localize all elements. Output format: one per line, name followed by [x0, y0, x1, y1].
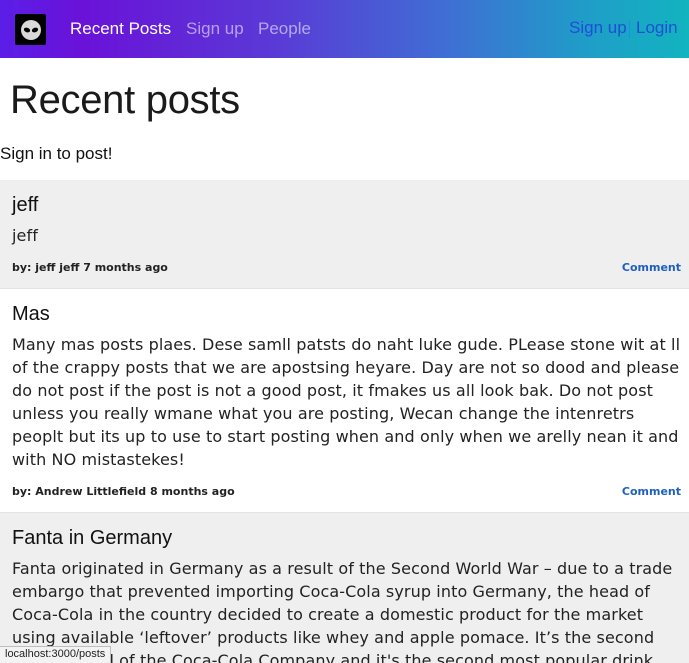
nav-right-sign-up[interactable]: Sign up — [569, 18, 627, 38]
post-item: Mas Many mas posts plaes. Dese samll pat… — [0, 289, 689, 513]
post-author: by: Andrew Littlefield 8 months ago — [12, 485, 235, 498]
nav-divider — [629, 20, 630, 38]
nav-login[interactable]: Login — [636, 18, 678, 38]
post-item: Fanta in Germany Fanta originated in Ger… — [0, 513, 689, 663]
browser-status-bar: localhost:3000/posts — [0, 646, 112, 663]
post-title: jeff — [12, 194, 39, 216]
post-meta: by: Andrew Littlefield 8 months ago Comm… — [12, 471, 681, 512]
nav-people[interactable]: People — [258, 19, 311, 39]
post-author: by: jeff jeff 7 months ago — [12, 261, 168, 274]
signin-message: Sign in to post! — [0, 144, 113, 163]
post-body: Many mas posts plaes. Dese samll patsts … — [12, 335, 681, 469]
post-body: Fanta originated in Germany as a result … — [12, 559, 673, 663]
comment-link[interactable]: Comment — [622, 485, 681, 498]
top-navbar: Recent Posts Sign up People Sign up Logi… — [0, 0, 689, 58]
post-title: Mas — [12, 303, 50, 325]
post-meta: by: jeff jeff 7 months ago Comment — [12, 247, 681, 288]
post-title: Fanta in Germany — [12, 527, 173, 549]
alien-logo-icon[interactable] — [15, 14, 46, 45]
nav-sign-up[interactable]: Sign up — [186, 19, 244, 39]
posts-list: jeff jeff by: jeff jeff 7 months ago Com… — [0, 180, 689, 663]
post-body: jeff — [12, 226, 38, 245]
comment-link[interactable]: Comment — [622, 261, 681, 274]
post-item: jeff jeff by: jeff jeff 7 months ago Com… — [0, 180, 689, 289]
page-title: Recent posts — [10, 78, 240, 122]
nav-recent-posts[interactable]: Recent Posts — [70, 19, 171, 39]
